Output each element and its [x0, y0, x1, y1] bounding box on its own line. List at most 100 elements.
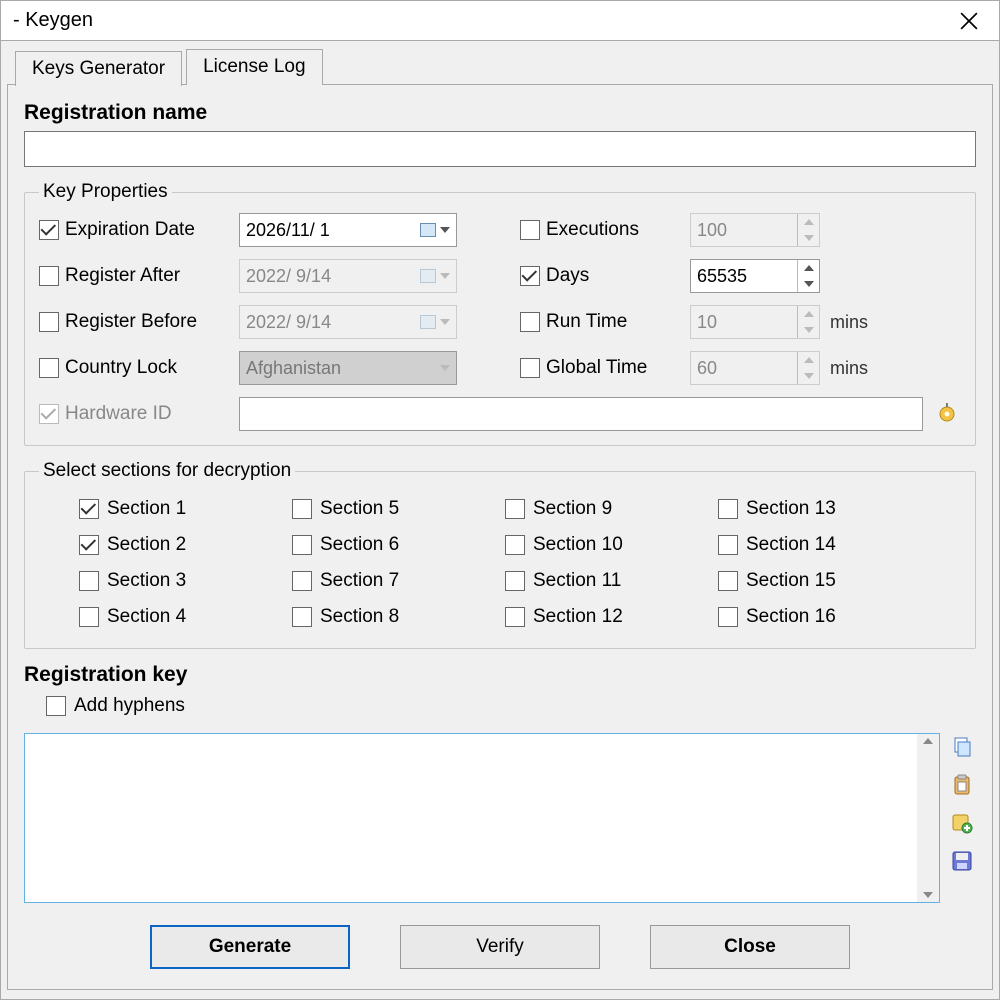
checkbox-global-time[interactable] — [520, 358, 540, 378]
window-close-button[interactable] — [947, 6, 991, 36]
checkbox-register-before[interactable] — [39, 312, 59, 332]
scrollbar[interactable] — [917, 734, 939, 902]
checkbox-section[interactable] — [292, 571, 312, 591]
checkbox-section[interactable] — [505, 535, 525, 555]
chevron-down-icon — [440, 319, 450, 325]
label-section: Section 16 — [746, 606, 836, 628]
label-section: Section 12 — [533, 606, 623, 628]
tab-license-log[interactable]: License Log — [186, 49, 322, 85]
checkbox-section[interactable] — [79, 535, 99, 555]
section-item: Section 11 — [505, 570, 708, 592]
spinner-executions[interactable]: 100 — [690, 213, 820, 247]
label-register-after: Register After — [65, 265, 180, 287]
row-expiration-date: Expiration Date 2026/11/ 1 — [39, 213, 480, 247]
checkbox-section[interactable] — [79, 607, 99, 627]
checkbox-section[interactable] — [79, 571, 99, 591]
section-item: Section 10 — [505, 534, 708, 556]
checkbox-section[interactable] — [718, 607, 738, 627]
generate-button[interactable]: Generate — [150, 925, 350, 969]
group-sections: Select sections for decryption Section 1… — [24, 460, 976, 649]
chevron-down-icon — [440, 365, 450, 371]
label-section: Section 5 — [320, 498, 399, 520]
row-days: Days 65535 — [520, 259, 961, 293]
footer: Generate Verify Close — [24, 907, 976, 973]
section-item: Section 2 — [79, 534, 282, 556]
label-executions: Executions — [546, 219, 639, 241]
checkbox-country-lock[interactable] — [39, 358, 59, 378]
datepicker-expiration-date[interactable]: 2026/11/ 1 — [239, 213, 457, 247]
checkbox-run-time[interactable] — [520, 312, 540, 332]
checkbox-section[interactable] — [292, 607, 312, 627]
calendar-icon — [420, 315, 436, 329]
checkbox-register-after[interactable] — [39, 266, 59, 286]
unit-mins: mins — [830, 312, 874, 333]
checkbox-section[interactable] — [718, 535, 738, 555]
close-icon — [960, 12, 978, 30]
checkbox-executions[interactable] — [520, 220, 540, 240]
spinner-global-time[interactable]: 60 — [690, 351, 820, 385]
verify-button[interactable]: Verify — [400, 925, 600, 969]
chevron-down-icon — [440, 227, 450, 233]
section-item: Section 13 — [718, 498, 921, 520]
tab-keys-generator[interactable]: Keys Generator — [15, 51, 182, 86]
add-icon — [951, 812, 973, 834]
row-run-time: Run Time 10 mins — [520, 305, 961, 339]
tabstrip: Keys Generator License Log — [7, 45, 993, 85]
spinner-run-time[interactable]: 10 — [690, 305, 820, 339]
registration-name-input[interactable] — [24, 131, 976, 167]
label-section: Section 11 — [533, 570, 621, 592]
chevron-down-icon — [440, 273, 450, 279]
section-item: Section 15 — [718, 570, 921, 592]
add-button[interactable] — [948, 809, 976, 837]
client-area: Keys Generator License Log Registration … — [1, 41, 999, 999]
section-item: Section 8 — [292, 606, 495, 628]
checkbox-section[interactable] — [505, 571, 525, 591]
spinner-days[interactable]: 65535 — [690, 259, 820, 293]
section-item: Section 6 — [292, 534, 495, 556]
copy-button[interactable] — [948, 733, 976, 761]
checkbox-expiration-date[interactable] — [39, 220, 59, 240]
checkbox-section[interactable] — [505, 499, 525, 519]
label-section: Section 9 — [533, 498, 612, 520]
checkbox-days[interactable] — [520, 266, 540, 286]
section-item: Section 1 — [79, 498, 282, 520]
registration-key-textarea[interactable] — [24, 733, 940, 903]
row-add-hyphens: Add hyphens — [46, 695, 976, 717]
label-section: Section 13 — [746, 498, 836, 520]
sections-legend: Select sections for decryption — [39, 460, 295, 482]
datepicker-register-after: 2022/ 9/14 — [239, 259, 457, 293]
paste-button[interactable] — [948, 771, 976, 799]
section-item: Section 3 — [79, 570, 282, 592]
save-icon — [951, 850, 973, 872]
close-button[interactable]: Close — [650, 925, 850, 969]
checkbox-add-hyphens[interactable] — [46, 696, 66, 716]
checkbox-section[interactable] — [292, 535, 312, 555]
section-item: Section 5 — [292, 498, 495, 520]
input-hardware-id[interactable] — [239, 397, 923, 431]
label-section: Section 3 — [107, 570, 186, 592]
gear-icon — [936, 403, 958, 425]
checkbox-section[interactable] — [292, 499, 312, 519]
unit-mins: mins — [830, 358, 874, 379]
checkbox-section[interactable] — [505, 607, 525, 627]
label-days: Days — [546, 265, 589, 287]
row-global-time: Global Time 60 mins — [520, 351, 961, 385]
tabpage-keys-generator: Registration name Key Properties Expirat… — [7, 84, 993, 990]
registration-key-heading: Registration key — [24, 663, 976, 687]
row-register-after: Register After 2022/ 9/14 — [39, 259, 480, 293]
registration-name-heading: Registration name — [24, 101, 976, 125]
label-section: Section 15 — [746, 570, 836, 592]
label-register-before: Register Before — [65, 311, 197, 333]
label-section: Section 10 — [533, 534, 623, 556]
window: - Keygen Keys Generator License Log Regi… — [0, 0, 1000, 1000]
label-section: Section 8 — [320, 606, 399, 628]
checkbox-section[interactable] — [718, 571, 738, 591]
label-hardware-id: Hardware ID — [65, 403, 172, 425]
hardware-id-tool-button[interactable] — [933, 400, 961, 428]
save-button[interactable] — [948, 847, 976, 875]
label-run-time: Run Time — [546, 311, 627, 333]
row-hardware-id: Hardware ID — [39, 397, 961, 431]
checkbox-section[interactable] — [718, 499, 738, 519]
row-register-before: Register Before 2022/ 9/14 — [39, 305, 480, 339]
checkbox-section[interactable] — [79, 499, 99, 519]
